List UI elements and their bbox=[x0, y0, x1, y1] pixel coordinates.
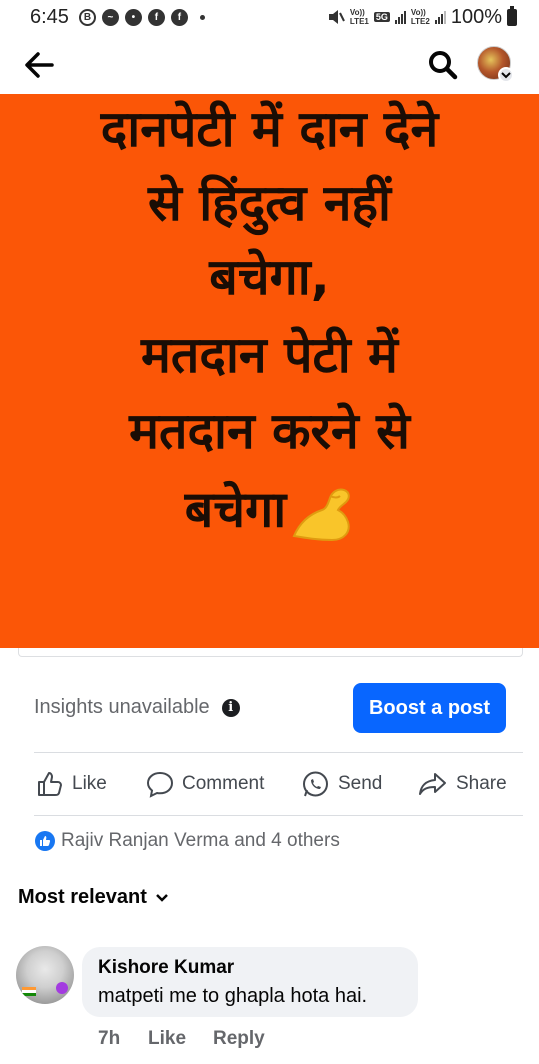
b-notification-icon: B bbox=[78, 8, 96, 26]
boost-post-button[interactable]: Boost a post bbox=[353, 683, 506, 733]
divider-top bbox=[34, 752, 523, 753]
status-bar: 6:45 B ~ • f f Vo)) LTE1 5G Vo)) LTE2 100% bbox=[0, 0, 539, 34]
like-button[interactable]: Like bbox=[36, 762, 107, 806]
post-text-line-4: मतदान पेटी में bbox=[141, 326, 398, 384]
comment-author[interactable]: Kishore Kumar bbox=[98, 957, 402, 979]
post-text-line-3: बचेगा, bbox=[209, 248, 330, 306]
thumbs-up-icon bbox=[38, 772, 62, 796]
flag-icon bbox=[22, 987, 36, 996]
comment-label: Comment bbox=[182, 773, 265, 794]
share-button[interactable]: Share bbox=[418, 762, 507, 806]
post-image[interactable]: दानपेटी में दान देने से हिंदुत्व नहीं बच… bbox=[0, 94, 539, 648]
signal-2-icon bbox=[434, 10, 446, 24]
post-text-line-6-text: बचेगा bbox=[184, 480, 287, 539]
search-icon bbox=[429, 51, 458, 80]
comment-reply-button[interactable]: Reply bbox=[213, 1028, 265, 1050]
comment-bubble[interactable]: Kishore Kumar matpeti me to ghapla hota … bbox=[82, 947, 418, 1017]
info-icon[interactable]: i bbox=[221, 698, 240, 717]
comment-time[interactable]: 7h bbox=[98, 1028, 120, 1050]
chevron-down-icon bbox=[156, 893, 168, 902]
insights-label: Insights unavailable bbox=[34, 696, 210, 718]
like-reaction-icon bbox=[35, 831, 55, 851]
post-text-line-2: से हिंदुत्व नहीं bbox=[148, 174, 391, 232]
post-text-line-5: मतदान करने से bbox=[0, 406, 539, 456]
like-label: Like bbox=[72, 773, 107, 794]
status-time: 6:45 bbox=[30, 5, 69, 28]
messenger-notification-icon: ~ bbox=[101, 8, 119, 26]
top-nav bbox=[0, 34, 539, 94]
back-button[interactable] bbox=[22, 48, 56, 82]
profile-avatar[interactable] bbox=[477, 46, 514, 83]
post-text-line-6: बचेगा bbox=[0, 482, 539, 544]
battery-icon bbox=[507, 5, 517, 26]
send-label: Send bbox=[338, 773, 383, 794]
network-1-tag: Vo)) LTE1 bbox=[350, 8, 369, 26]
network-2-tag: Vo)) LTE2 bbox=[411, 8, 430, 26]
send-button[interactable]: Send bbox=[301, 762, 382, 806]
post-text-line-5-text: मतदान करने से bbox=[129, 402, 410, 460]
chevron-down-icon bbox=[498, 67, 514, 83]
sort-dropdown[interactable]: Most relevant bbox=[18, 886, 169, 909]
mute-icon bbox=[328, 10, 345, 24]
status-left: 6:45 B ~ • f f bbox=[30, 6, 205, 29]
battery-percent: 100% bbox=[450, 5, 502, 28]
share-label: Share bbox=[456, 773, 507, 794]
net1-bottom: LTE1 bbox=[349, 17, 369, 26]
post-actions: Like Comment Send Share bbox=[0, 762, 539, 806]
divider-bottom bbox=[34, 815, 523, 816]
reactions-summary[interactable]: Rajiv Ranjan Verma and 4 others bbox=[35, 830, 340, 852]
search-button[interactable] bbox=[427, 49, 459, 81]
facebook-notification-icon: f bbox=[147, 8, 165, 26]
comment-button[interactable]: Comment bbox=[146, 762, 264, 806]
post-text-line-1: दानपेटी में दान देने bbox=[100, 100, 439, 158]
more-notifications-dot-icon bbox=[199, 14, 205, 20]
heart-badge-icon bbox=[56, 982, 68, 994]
net2-bottom: LTE2 bbox=[410, 17, 430, 26]
comment-text: matpeti me to ghapla hota hai. bbox=[98, 985, 368, 1007]
share-icon bbox=[419, 773, 446, 795]
facebook-notification-icon-2: f bbox=[170, 8, 188, 26]
5g-badge: 5G bbox=[373, 12, 390, 22]
status-right: Vo)) LTE1 5G Vo)) LTE2 100% bbox=[327, 5, 517, 29]
arrow-left-icon bbox=[25, 52, 54, 78]
signal-1-icon bbox=[394, 10, 406, 24]
comment-icon bbox=[146, 771, 174, 798]
chat-notification-icon: • bbox=[124, 8, 142, 26]
commenter-avatar[interactable] bbox=[16, 946, 74, 1004]
reactions-text: Rajiv Ranjan Verma and 4 others bbox=[61, 830, 340, 851]
whatsapp-icon bbox=[303, 771, 328, 796]
flexed-biceps-icon bbox=[292, 488, 350, 542]
insights-row: Insights unavailable i bbox=[34, 696, 240, 719]
sort-label: Most relevant bbox=[18, 886, 147, 908]
comment-like-button[interactable]: Like bbox=[148, 1028, 186, 1050]
net2-top: Vo)) bbox=[410, 8, 426, 17]
card-bottom-border bbox=[18, 648, 523, 657]
net1-top: Vo)) bbox=[349, 8, 365, 17]
